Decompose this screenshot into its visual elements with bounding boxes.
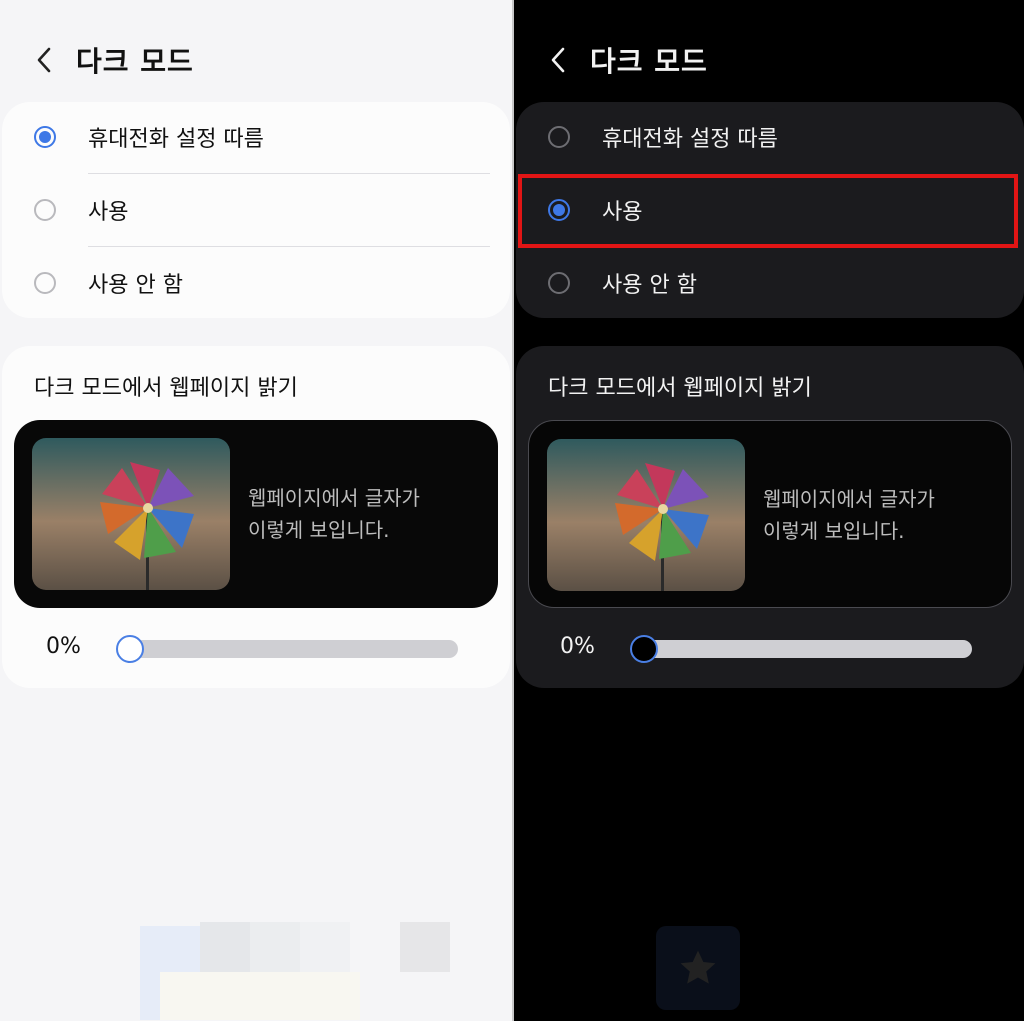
brightness-slider-track[interactable] — [644, 640, 972, 658]
brightness-percent: 0% — [560, 634, 595, 659]
brightness-slider-handle[interactable] — [116, 635, 144, 663]
option-off[interactable]: 사용 안 함 — [516, 248, 1024, 318]
preview-text: 웹페이지에서 글자가 이렇게 보입니다. — [248, 482, 420, 546]
chevron-left-icon — [551, 47, 565, 73]
brightness-slider-track[interactable] — [130, 640, 458, 658]
radio-unselected[interactable] — [34, 199, 56, 221]
radio-unselected[interactable] — [548, 126, 570, 148]
radio-unselected[interactable] — [34, 272, 56, 294]
back-button[interactable] — [544, 46, 572, 74]
preview-text-line: 이렇게 보입니다. — [248, 518, 390, 542]
radio-selected[interactable] — [34, 126, 56, 148]
highlight-box — [518, 174, 1018, 248]
pinwheel-preview-image — [547, 439, 745, 591]
radio-unselected[interactable] — [548, 272, 570, 294]
page-title: 다크 모드 — [590, 45, 708, 78]
light-mode-panel: 다크 모드 휴대전화 설정 따름 사용 사용 안 함 다크 모드에서 웹페이지 … — [0, 0, 512, 1021]
option-label: 휴대전화 설정 따름 — [88, 127, 264, 152]
pinwheel-preview-image — [32, 438, 230, 590]
divider — [88, 246, 490, 247]
option-follow-phone[interactable]: 휴대전화 설정 따름 — [2, 102, 510, 172]
blurred-navigation-area — [140, 870, 460, 1020]
section-title: 다크 모드에서 웹페이지 밝기 — [548, 376, 812, 401]
preview-text: 웹페이지에서 글자가 이렇게 보입니다. — [763, 483, 935, 547]
divider — [88, 173, 490, 174]
section-title: 다크 모드에서 웹페이지 밝기 — [34, 376, 298, 401]
option-follow-phone[interactable]: 휴대전화 설정 따름 — [516, 102, 1024, 172]
option-label: 사용 안 함 — [602, 273, 697, 298]
header: 다크 모드 — [544, 36, 708, 84]
header: 다크 모드 — [30, 36, 194, 84]
webpage-preview: 웹페이지에서 글자가 이렇게 보입니다. — [528, 420, 1012, 608]
dark-mode-panel: 다크 모드 휴대전화 설정 따름 사용 사용 안 함 다크 모드에서 웹페이지 … — [514, 0, 1024, 1021]
option-label: 사용 — [88, 200, 129, 225]
brightness-percent: 0% — [46, 634, 81, 659]
option-off[interactable]: 사용 안 함 — [2, 248, 510, 318]
preview-text-line: 이렇게 보입니다. — [763, 519, 905, 543]
option-on[interactable]: 사용 — [2, 175, 510, 245]
page-title: 다크 모드 — [76, 45, 194, 78]
star-icon — [680, 950, 716, 984]
back-button[interactable] — [30, 46, 58, 74]
option-label: 사용 안 함 — [88, 273, 183, 298]
webpage-preview: 웹페이지에서 글자가 이렇게 보입니다. — [14, 420, 498, 608]
option-label: 휴대전화 설정 따름 — [602, 127, 778, 152]
dark-mode-options-card: 휴대전화 설정 따름 사용 사용 안 함 — [2, 102, 510, 318]
preview-text-line: 웹페이지에서 글자가 — [763, 487, 935, 511]
favorite-button[interactable] — [656, 926, 740, 1010]
webpage-brightness-card: 다크 모드에서 웹페이지 밝기 웹페이지에서 글자가 이렇게 보입니다. 0% — [2, 346, 510, 688]
preview-text-line: 웹페이지에서 글자가 — [248, 486, 420, 510]
chevron-left-icon — [37, 47, 51, 73]
webpage-brightness-card: 다크 모드에서 웹페이지 밝기 웹페이지에서 글자가 이렇게 보입니다. 0% — [516, 346, 1024, 688]
brightness-slider-handle[interactable] — [630, 635, 658, 663]
